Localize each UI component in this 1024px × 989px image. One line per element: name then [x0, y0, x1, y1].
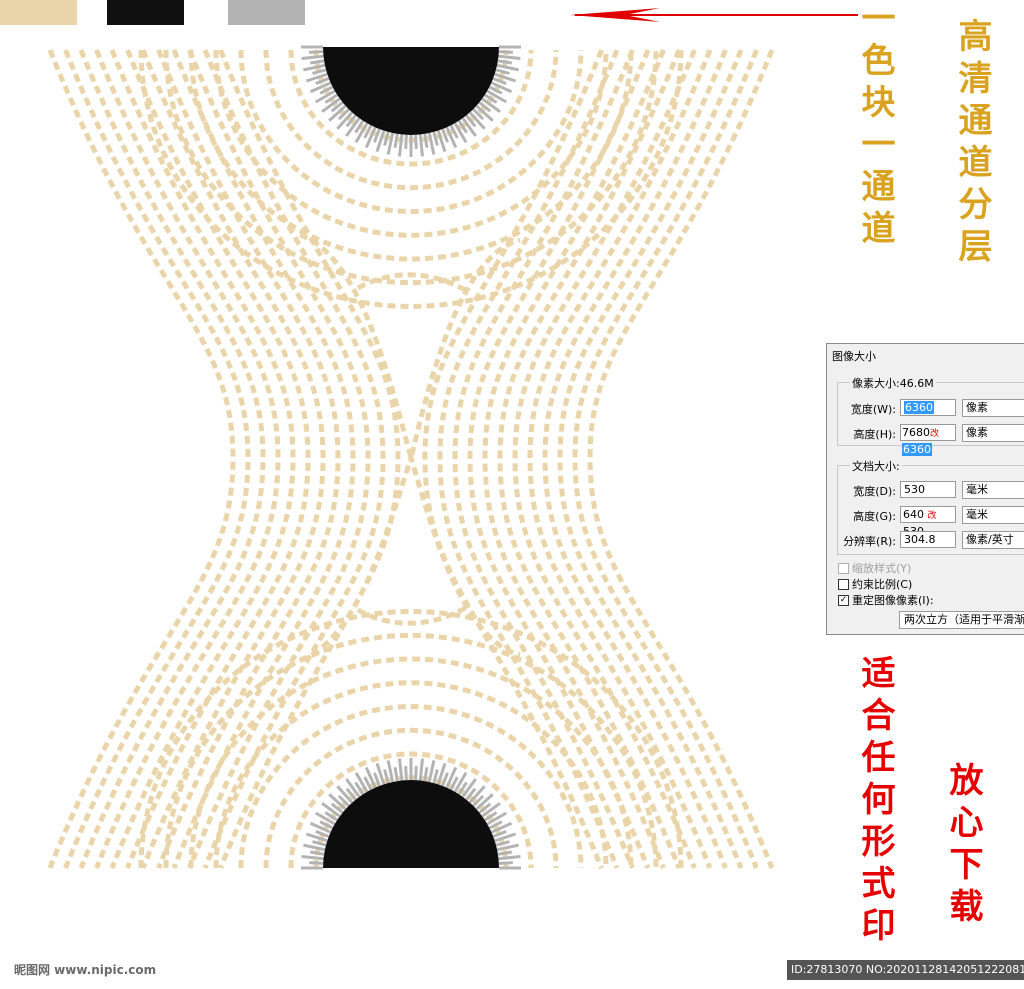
pixel-height-label: 高度(H):	[853, 428, 896, 441]
fringe-stroke	[383, 131, 390, 146]
pixel-width-field[interactable]: 6360	[900, 399, 956, 416]
scale-styles-checkbox[interactable]: 缩放样式(Y)	[838, 560, 911, 576]
pixel-height-field[interactable]: 7680改6360	[900, 424, 956, 456]
fringe-stroke	[497, 59, 512, 65]
nipic-watermark: 昵图网 www.nipic.com	[14, 963, 157, 977]
pixel-height-unit-select[interactable]: 像素	[962, 424, 1024, 442]
red-arrow-icon	[570, 8, 858, 22]
fringe-stroke	[498, 861, 513, 865]
fringe-stroke	[303, 843, 326, 852]
fringe-stroke	[432, 131, 439, 146]
annotation-download-safely: 放心下载	[943, 762, 983, 930]
resample-method-select[interactable]: 两次立方（适用于平滑渐变	[899, 611, 1024, 629]
resample-image-label: 重定图像像素(I):	[852, 594, 934, 607]
doc-height-unit-select[interactable]: 毫米	[962, 506, 1024, 524]
fringe-stroke	[495, 840, 510, 847]
dashed-arcs-pattern	[47, 49, 775, 869]
constrain-proportions-checkbox[interactable]: 约束比例(C)	[838, 576, 912, 592]
doc-width-field[interactable]: 530	[900, 481, 956, 498]
dashed-arc	[356, 605, 467, 626]
fringe-stroke	[303, 63, 326, 72]
fringe-stroke	[427, 760, 436, 783]
fringe-stroke	[310, 850, 325, 856]
fringe-stroke	[393, 767, 399, 782]
dashed-arc	[63, 49, 251, 869]
pixel-width-unit-select[interactable]: 像素	[962, 399, 1024, 417]
fringe-stroke	[498, 855, 521, 861]
image-id-label: ID:27813070 NO:20201128142051222081	[787, 960, 1024, 980]
pixel-width-label: 宽度(W):	[850, 403, 896, 416]
constrain-proportions-label: 约束比例(C)	[852, 578, 913, 591]
dashed-arc	[299, 232, 521, 459]
fringe-stroke	[414, 134, 418, 149]
fringe-stroke	[441, 772, 449, 787]
fringe-stroke	[404, 134, 408, 149]
fringe-stroke	[414, 766, 418, 781]
resolution-label: 分辨率(R):	[843, 535, 896, 548]
fringe-stroke	[497, 850, 512, 856]
fringe-stroke	[427, 132, 436, 155]
pixel-dimensions-label: 像素大小:46.6M	[850, 375, 936, 391]
resolution-field[interactable]: 304.8	[900, 531, 956, 548]
doc-width-unit-select[interactable]: 毫米	[962, 481, 1024, 499]
doc-height-label: 高度(G):	[853, 510, 896, 523]
fringe-stroke	[393, 133, 399, 148]
resolution-unit-select[interactable]: 像素/英寸	[962, 531, 1024, 549]
fringe-stroke	[312, 68, 327, 75]
document-size-label: 文档大小:	[850, 458, 902, 474]
fringe-stroke	[309, 50, 324, 54]
fringe-stroke	[423, 133, 429, 148]
annotation-one-block-one-channel: 一色块一通道	[855, 0, 895, 252]
annotation-hd-channel-layers: 高清通道分层	[952, 18, 992, 270]
fringe-stroke	[498, 50, 513, 54]
scale-styles-box[interactable]	[838, 562, 849, 574]
fringe-stroke	[498, 54, 521, 60]
fringe-stroke	[301, 54, 324, 60]
scale-styles-label: 缩放样式(Y)	[852, 562, 912, 575]
resample-image-checkbox[interactable]: ✓ 重定图像像素(I):	[838, 592, 934, 608]
fringe-stroke	[404, 766, 408, 781]
fringe-stroke	[495, 68, 510, 75]
fringe-stroke	[310, 59, 325, 65]
dashed-arc	[356, 272, 467, 293]
document-size-group: 文档大小: 宽度(D): 530 毫米 高度(G): 640 改 530 毫米 …	[837, 458, 1024, 555]
fringe-stroke	[496, 843, 519, 852]
annotation-fits-any-print: 适合任何形式印	[855, 655, 895, 949]
fringe-stroke	[496, 63, 519, 72]
doc-height-field[interactable]: 640 改 530	[900, 506, 956, 538]
fringe-stroke	[309, 861, 324, 865]
fringe-stroke	[301, 855, 324, 861]
doc-width-label: 宽度(D):	[853, 485, 896, 498]
dashed-arc	[572, 49, 759, 869]
fringe-stroke	[312, 840, 327, 847]
constrain-proportions-box[interactable]	[838, 578, 849, 590]
image-size-dialog: 图像大小 像素大小:46.6M 宽度(W): 6360 像素 高度(H): 76…	[826, 343, 1024, 635]
dialog-title: 图像大小	[832, 350, 876, 363]
pixel-dimensions-group: 像素大小:46.6M 宽度(W): 6360 像素 高度(H): 7680改63…	[837, 375, 1024, 456]
resample-image-box[interactable]: ✓	[838, 594, 849, 606]
dashed-arc	[587, 49, 775, 869]
